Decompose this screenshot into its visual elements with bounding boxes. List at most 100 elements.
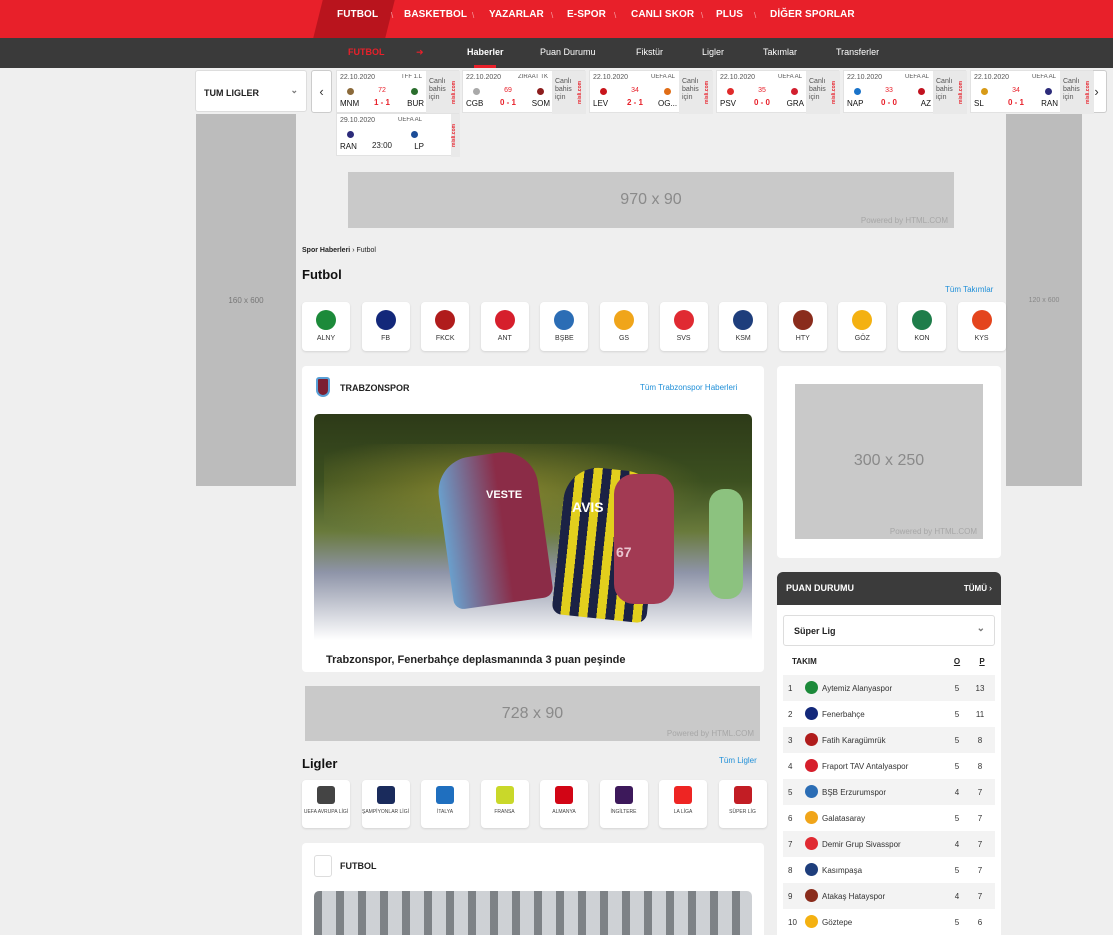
banner-ad-728x90[interactable]: 728 x 90 Powered by HTML.COM [305, 686, 760, 741]
jersey-number: 67 [616, 544, 632, 560]
nav-futbol[interactable]: FUTBOL [337, 9, 378, 20]
standings-row[interactable]: 7 Demir Grup Sivasspor 4 7 [783, 831, 995, 857]
news-headline[interactable]: Trabzonspor, Fenerbahçe deplasmanında 3 … [326, 654, 626, 666]
standings-played: 4 [954, 788, 960, 797]
subnav-section-label: FUTBOL [348, 47, 385, 57]
misli-logo[interactable]: misli.com [958, 71, 967, 114]
team-shortcut[interactable]: FB [361, 302, 410, 351]
misli-logo[interactable]: misli.com [451, 71, 460, 114]
team-shortcut[interactable]: KSM [719, 302, 768, 351]
standings-row[interactable]: 10 Göztepe 5 6 [783, 909, 995, 935]
all-leagues-link[interactable]: Tüm Ligler [719, 756, 757, 765]
league-name: FRANSA [494, 809, 515, 815]
standings-row[interactable]: 9 Atakaş Hatayspor 4 7 [783, 883, 995, 909]
league-shortcut[interactable]: FRANSA [480, 780, 529, 828]
team-crest-icon [805, 707, 818, 720]
nav-canli-skor[interactable]: CANLI SKOR [631, 9, 694, 20]
all-trabzonspor-news-link[interactable]: Tüm Trabzonspor Haberleri [640, 383, 737, 392]
subnav-puan-durumu[interactable]: Puan Durumu [540, 47, 596, 57]
misli-logo[interactable]: misli.com [704, 71, 713, 114]
match-card[interactable]: 22.10.2020 UEFA AL 34 SL 0 - 1 RAN Canlı bahis… [970, 70, 1094, 114]
subnav-takimlar[interactable]: Takımlar [763, 47, 797, 57]
league-shortcut[interactable]: ŞAMPİYONLAR LİGİ [361, 780, 410, 828]
team-shortcut[interactable]: HTY [778, 302, 827, 351]
match-minute: 35 [758, 87, 766, 94]
team-shortcut[interactable]: BŞBE [540, 302, 589, 351]
standings-all-link[interactable]: TÜMÜ [964, 584, 987, 593]
subnav-ligler[interactable]: Ligler [702, 47, 724, 57]
team-crest-icon [494, 310, 515, 330]
standings-row[interactable]: 8 Kasımpaşa 5 7 [783, 857, 995, 883]
team-shortcut[interactable]: KYS [957, 302, 1006, 351]
subnav-transferler[interactable]: Transferler [836, 47, 879, 57]
standings-col-played[interactable]: O [951, 657, 963, 666]
standings-rank: 2 [788, 710, 793, 719]
league-select[interactable]: TUM LIGLER ⌄ [195, 70, 307, 112]
match-card[interactable]: 29.10.2020 UEFA AL RAN 23:00 LP misli.com [336, 113, 460, 157]
breadcrumb-root-link[interactable]: Spor Haberleri [302, 247, 350, 254]
league-shortcut[interactable]: UEFA AVRUPA LİGİ [302, 780, 350, 828]
news-photo[interactable]: VESTE AVIS 67 [314, 414, 752, 640]
all-teams-link[interactable]: Tüm Takımlar [945, 285, 993, 294]
standings-league-select[interactable]: Süper Lig ⌄ [783, 615, 995, 646]
standings-row[interactable]: 2 Fenerbahçe 5 11 [783, 701, 995, 727]
team-shortcut[interactable]: SVS [659, 302, 708, 351]
team-shortcut[interactable]: ALNY [302, 302, 350, 351]
team-code: SVS [676, 335, 691, 342]
nav-e-spor[interactable]: E-SPOR [567, 9, 606, 20]
standings-col-points[interactable]: P [975, 657, 989, 666]
misli-logo[interactable]: misli.com [1085, 71, 1094, 114]
match-card[interactable]: 22.10.2020 UEFA AL 35 PSV 0 - 0 GRA Canlı bahi… [716, 70, 840, 114]
misli-logo[interactable]: misli.com [831, 71, 840, 114]
subnav-haberler[interactable]: Haberler [467, 47, 504, 57]
live-bet-link[interactable]: Canlı bahis için [1060, 71, 1085, 114]
team-crest-icon [792, 310, 813, 330]
league-shortcut[interactable]: ALMANYA [540, 780, 588, 828]
standings-row[interactable]: 3 Fatih Karagümrük 5 8 [783, 727, 995, 753]
standings-row[interactable]: 5 BŞB Erzurumspor 4 7 [783, 779, 995, 805]
match-card[interactable]: 22.10.2020 UEFA AL 33 NAP 0 - 0 AZ Canlı bahis… [843, 70, 967, 114]
nav-plus[interactable]: PLUS [716, 9, 743, 20]
subnav-fikstur[interactable]: Fikstür [636, 47, 663, 57]
nav-diger-sporlar[interactable]: DİĞER SPORLAR [770, 9, 855, 20]
league-shortcut[interactable]: SÜPER LİG [718, 780, 767, 828]
live-bet-link[interactable]: Canlı bahis için [552, 71, 577, 114]
rectangle-ad-300x250[interactable]: 300 x 250 Powered by HTML.COM [795, 384, 983, 539]
live-bet-link[interactable]: Canlı bahis için [806, 71, 831, 114]
super-lig-logo-icon [314, 855, 332, 877]
misli-logo[interactable]: misli.com [577, 71, 586, 114]
nav-yazarlar[interactable]: YAZARLAR [489, 9, 544, 20]
team-shortcut[interactable]: FKCK [421, 302, 470, 351]
team-shortcut[interactable]: GÖZ [838, 302, 887, 351]
home-team-logo-icon [727, 88, 734, 95]
home-team-code: NAP [847, 99, 864, 108]
match-card[interactable]: 22.10.2020 ZİRAAT TK 69 CGB 0 - 1 SOM Canlı ba… [462, 70, 586, 114]
standings-row[interactable]: 1 Aytemiz Alanyaspor 5 13 [783, 675, 995, 701]
team-shortcut[interactable]: GS [600, 302, 648, 351]
nav-basketbol[interactable]: BASKETBOL [404, 9, 467, 20]
match-card[interactable]: 22.10.2020 TFF 1.L 72 MNM 1 - 1 BUR Canlı bahi… [336, 70, 460, 114]
live-bet-link[interactable]: Canlı bahis için [679, 71, 704, 114]
match-competition: UEFA AL [397, 117, 422, 123]
away-team-code: BUR [407, 99, 424, 108]
chevron-right-icon: › [989, 583, 992, 593]
live-bet-link[interactable]: Canlı bahis için [426, 71, 451, 114]
match-card[interactable]: 22.10.2020 UEFA AL 34 LEV 2 - 1 OG... Canlı ba… [589, 70, 713, 114]
standings-team-name: Fatih Karagümrük [822, 736, 886, 745]
scores-prev-button[interactable]: ‹ [311, 70, 332, 113]
standings-row[interactable]: 4 Fraport TAV Antalyaspor 5 8 [783, 753, 995, 779]
right-skyscraper-ad[interactable]: 120 x 600 [1006, 114, 1082, 486]
league-shortcut[interactable]: İTALYA [421, 780, 469, 828]
live-bet-link[interactable]: Canlı bahis için [933, 71, 958, 114]
match-minute: 72 [378, 87, 386, 94]
stadium-roof-photo[interactable] [314, 891, 752, 935]
standings-row[interactable]: 6 Galatasaray 5 7 [783, 805, 995, 831]
league-shortcut[interactable]: LA LİGA [659, 780, 707, 828]
misli-logo[interactable]: misli.com [451, 114, 460, 157]
leaderboard-ad-970x90[interactable]: 970 x 90 Powered by HTML.COM [348, 172, 954, 228]
team-shortcut[interactable]: ANT [480, 302, 529, 351]
league-shortcut[interactable]: İNGİLTERE [599, 780, 648, 828]
left-skyscraper-ad[interactable]: 160 x 600 [196, 114, 296, 486]
league-logo-icon [614, 786, 633, 804]
team-shortcut[interactable]: KON [898, 302, 946, 351]
